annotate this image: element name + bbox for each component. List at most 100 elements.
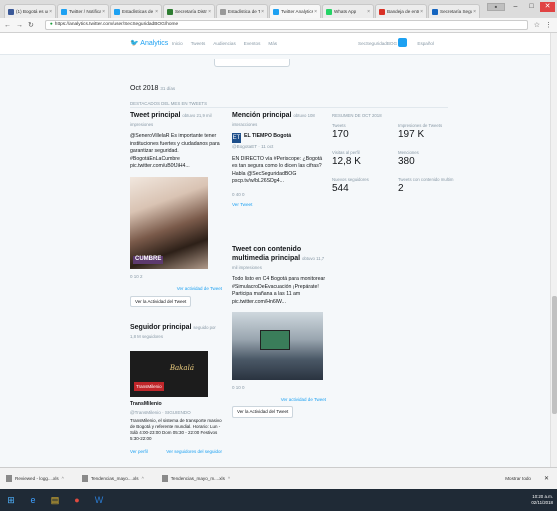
- page-scrollbar[interactable]: [550, 33, 557, 467]
- tweet-actions[interactable]: 0 10 2: [130, 273, 222, 281]
- browser-tab[interactable]: Secretaría Seguri×: [428, 4, 480, 18]
- chevron-up-icon[interactable]: ^: [228, 476, 230, 481]
- stat-label: Tweets con contenido multim: [398, 177, 454, 182]
- menu-dots-icon[interactable]: ⋮: [545, 21, 552, 29]
- tab-favicon-icon: [220, 8, 226, 15]
- download-item[interactable]: Reviewed - logg....xls ^: [6, 475, 64, 482]
- browser-tab[interactable]: Bandeja de entrada×: [375, 4, 427, 18]
- stat-value: 170: [332, 129, 349, 140]
- mention-account-handle: @BogotaET · 11 oct: [232, 144, 274, 149]
- system-clock[interactable]: 10:20 a.m. 02/11/2018: [531, 494, 553, 506]
- chevron-up-icon[interactable]: ^: [142, 476, 144, 481]
- stat-item: Impresiones de Tweets 197 K: [398, 123, 456, 141]
- bookmark-star-icon[interactable]: ☆: [534, 21, 540, 29]
- follower-banner-image[interactable]: TransMilenio Bakalá: [130, 351, 208, 397]
- nav-menu-item[interactable]: Más: [268, 41, 277, 46]
- close-window-button[interactable]: ✕: [540, 2, 555, 12]
- top-follower-heading: Seguidor principal seguido por 1,8 M seg…: [130, 324, 216, 339]
- stat-value: 544: [332, 183, 349, 194]
- tab-close-icon[interactable]: ×: [367, 9, 370, 15]
- tab-close-icon[interactable]: ×: [473, 9, 476, 15]
- file-explorer-icon[interactable]: ▤: [46, 492, 64, 508]
- view-profile-link[interactable]: Ver perfil: [130, 448, 148, 456]
- tab-favicon-icon: [8, 8, 14, 15]
- top-tweet-card: Tweet principal obtuvo 21,9 mil impresio…: [130, 111, 222, 307]
- tab-favicon-icon: [167, 8, 173, 15]
- mention-account-name: EL TIEMPO Bogotá: [244, 133, 292, 139]
- maximize-button[interactable]: □: [524, 2, 539, 12]
- tab-close-icon[interactable]: ×: [261, 9, 264, 15]
- back-arrow-icon[interactable]: ←: [4, 22, 11, 29]
- nav-menu-item[interactable]: Inicio: [172, 41, 183, 46]
- download-item[interactable]: Tendencias_mayo_m....xls ^: [161, 475, 230, 482]
- tab-label: (1) Bogotá es una n: [16, 9, 48, 14]
- follower-bio: TransMilenio, el sistema de transporte m…: [130, 418, 222, 441]
- tab-close-icon[interactable]: ×: [155, 9, 158, 15]
- month-title: Oct 2018 31 días: [130, 85, 176, 92]
- reload-icon[interactable]: ↻: [28, 21, 34, 29]
- view-following-link[interactable]: Ver seguidores del seguidor: [166, 448, 222, 456]
- tab-label: Secretaría Distrital: [175, 9, 207, 14]
- media-view-activity-button[interactable]: Ver la Actividad del Tweet: [232, 406, 294, 418]
- chevron-up-icon[interactable]: ^: [62, 476, 64, 481]
- forward-arrow-icon[interactable]: →: [16, 22, 23, 29]
- download-filename: Tendencias_mayo....xls: [90, 476, 139, 481]
- month-stats-panel: RESUMEN DE OCT 2018 Tweets 170 Impresiones…: [332, 113, 456, 195]
- ie-browser-icon[interactable]: e: [24, 492, 42, 508]
- view-tweet-activity-button[interactable]: Ver la Actividad del Tweet: [130, 295, 192, 307]
- close-downloads-icon[interactable]: ✕: [544, 475, 549, 482]
- account-selector[interactable]: SecSeguridadBOG: [358, 41, 397, 46]
- tab-favicon-icon: [326, 8, 332, 15]
- browser-tab[interactable]: Estadísticas de Tw×: [110, 4, 162, 18]
- load-more-bar[interactable]: [214, 59, 290, 67]
- stat-item: Menciones 380: [398, 150, 456, 168]
- follower-name[interactable]: TransMilenio: [130, 401, 222, 409]
- tab-close-icon[interactable]: ×: [420, 9, 423, 15]
- downloads-shelf: Reviewed - logg....xls ^ Tendencias_mayo..…: [0, 467, 557, 489]
- browser-tab[interactable]: Secretaría Distrital×: [163, 4, 215, 18]
- view-tweet-link[interactable]: Ver Tweet: [232, 201, 324, 209]
- browser-tab[interactable]: Twitter Analytics ×: [269, 4, 321, 18]
- address-bar: ← → ↻ ● https://analytics.twitter.com/use…: [0, 18, 557, 33]
- browser-tab[interactable]: Estadística de Tw×: [216, 4, 268, 18]
- nav-menu-item[interactable]: Audiencias: [213, 41, 235, 46]
- browser-tab[interactable]: Twitter / Notificac ×: [57, 4, 109, 18]
- browser-tab-strip: (1) Bogotá es una n×Twitter / Notificac×…: [0, 0, 557, 18]
- top-tweet-image[interactable]: CUMBRE: [130, 176, 208, 269]
- scrollbar-thumb[interactable]: [552, 296, 557, 414]
- media-tweet-actions[interactable]: 0 10 0: [232, 384, 326, 392]
- browser-tab[interactable]: (1) Bogotá es una n×: [4, 4, 56, 18]
- top-tweet-text: @SeneroVillelaR Es importante tener inst…: [130, 133, 220, 169]
- view-activity-link[interactable]: Ver actividad de Tweet: [130, 285, 222, 293]
- mention-account[interactable]: ET EL TIEMPO Bogotá @BogotaET · 11 oct: [232, 133, 324, 152]
- tab-close-icon[interactable]: ×: [49, 9, 52, 15]
- stat-item: Nuevos seguidores 544: [332, 177, 390, 195]
- download-item[interactable]: Tendencias_mayo....xls ^: [81, 475, 144, 482]
- analytics-menu: Inicio Tweets Audiencias Eventos Más: [172, 41, 277, 46]
- chrome-icon[interactable]: ●: [68, 492, 86, 508]
- tab-close-icon[interactable]: ×: [208, 9, 211, 15]
- mention-actions[interactable]: 0 40 0: [232, 191, 324, 199]
- tab-close-icon[interactable]: ×: [314, 9, 317, 15]
- minimize-button[interactable]: –: [508, 2, 523, 12]
- show-all-downloads-link[interactable]: Mostrar todo: [505, 476, 531, 481]
- word-icon[interactable]: W: [90, 492, 108, 508]
- profile-button[interactable]: ■: [487, 3, 505, 11]
- avatar[interactable]: [398, 38, 407, 47]
- media-view-activity-link[interactable]: Ver actividad de Tweet: [232, 396, 326, 404]
- url-input[interactable]: ● https://analytics.twitter.com/user/SecS…: [44, 20, 528, 30]
- stat-value: 12,8 K: [332, 156, 361, 167]
- browser-tab[interactable]: Whats App ×: [322, 4, 374, 18]
- follower-handle: @TransMilenio · SIGUIENDO: [130, 409, 191, 415]
- nav-menu-item[interactable]: Tweets: [191, 41, 206, 46]
- media-tweet-image[interactable]: [232, 312, 323, 380]
- tab-close-icon[interactable]: ×: [102, 9, 105, 15]
- tab-label: Twitter Analytics: [281, 9, 314, 14]
- media-tweet-heading: Tweet con contenido multimedia principal…: [232, 246, 325, 270]
- twitter-analytics-logo[interactable]: 🐦 Analytics: [130, 39, 168, 47]
- nav-menu-item[interactable]: Eventos: [244, 41, 261, 46]
- language-selector[interactable]: Español: [417, 41, 434, 46]
- media-tweet-text: Todo listo en C4 Bogotá para monitorear …: [232, 276, 326, 305]
- start-icon[interactable]: ⊞: [2, 492, 20, 508]
- download-filename: Tendencias_mayo_m....xls: [170, 476, 225, 481]
